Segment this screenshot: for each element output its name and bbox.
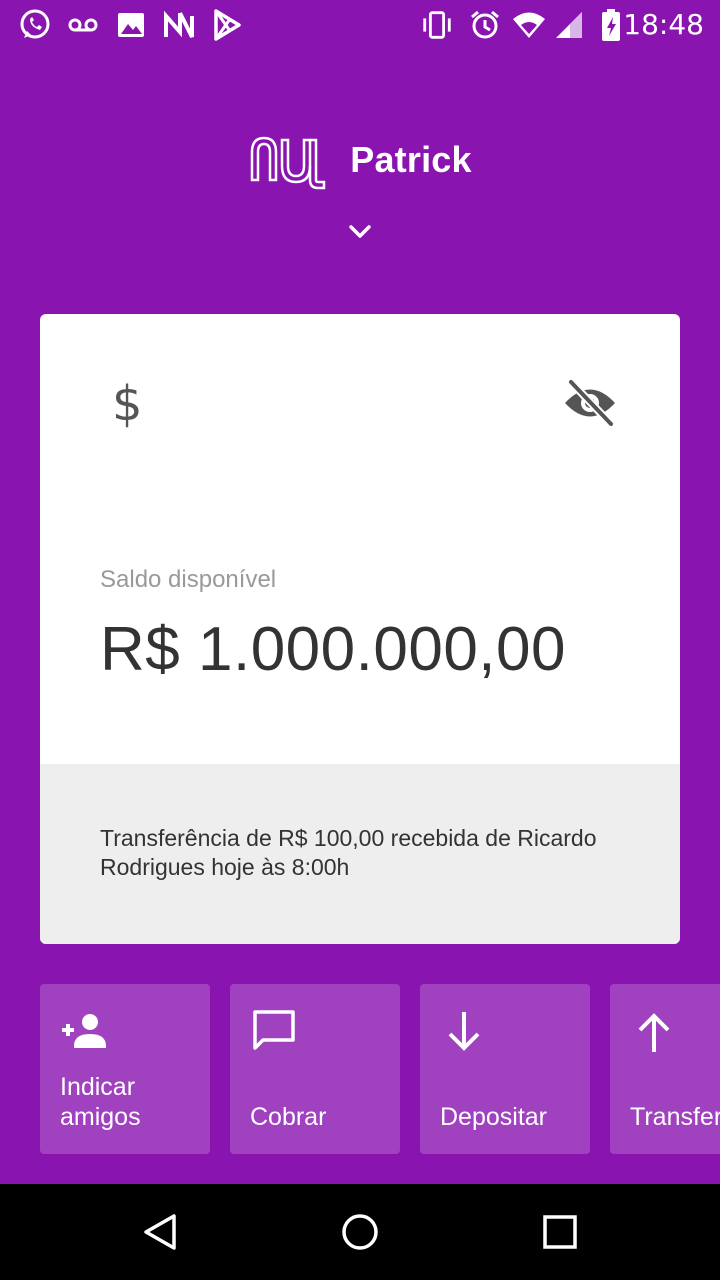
play-store-icon	[210, 8, 244, 42]
shortcut-row[interactable]: Indicar amigos Cobrar Depositar Transfer…	[0, 984, 720, 1154]
nubank-icon	[162, 8, 196, 42]
balance-label: Saldo disponível	[100, 566, 277, 593]
alarm-icon	[468, 8, 502, 42]
balance-value: R$ 1.000.000,00	[100, 615, 566, 684]
account-header[interactable]: Patrick	[0, 120, 720, 200]
voicemail-icon	[66, 8, 100, 42]
shortcut-label: Cobrar	[250, 1103, 327, 1131]
account-name: Patrick	[350, 139, 472, 180]
home-icon[interactable]	[340, 1212, 380, 1252]
arrow-down-icon	[448, 1012, 480, 1051]
navigation-bar	[0, 1184, 720, 1280]
shortcut-transfer[interactable]: Transferir	[610, 984, 720, 1154]
shortcut-label: Indicar amigos	[60, 1073, 141, 1131]
shortcut-charge[interactable]: Cobrar	[230, 984, 400, 1154]
back-icon[interactable]	[140, 1212, 180, 1252]
shortcut-invite-friends[interactable]: Indicar amigos	[40, 984, 210, 1154]
vibrate-icon	[420, 8, 454, 42]
dollar-icon: $	[112, 376, 143, 432]
nu-logo-icon	[251, 136, 326, 190]
balance-card[interactable]: $ Saldo disponível R$ 1.000.000,00 Trans…	[40, 314, 680, 944]
transaction-notice: Transferência de R$ 100,00 recebida de R…	[100, 825, 597, 880]
clock-time: 18:48	[623, 8, 704, 41]
chat-bubble-icon	[253, 1010, 295, 1050]
eye-off-icon[interactable]	[562, 378, 618, 428]
shortcut-deposit[interactable]: Depositar	[420, 984, 590, 1154]
shortcut-label: Transferir	[630, 1103, 720, 1131]
status-bar: 18:48	[0, 0, 720, 50]
card-footer[interactable]: Transferência de R$ 100,00 recebida de R…	[40, 764, 680, 944]
wifi-icon	[512, 8, 546, 42]
image-icon	[114, 8, 148, 42]
whatsapp-icon	[18, 8, 52, 42]
shortcut-label: Depositar	[440, 1103, 547, 1131]
recents-icon[interactable]	[540, 1212, 580, 1252]
person-add-icon	[62, 1014, 106, 1048]
chevron-down-icon[interactable]	[346, 218, 374, 246]
arrow-up-icon	[638, 1013, 670, 1052]
signal-icon	[552, 8, 586, 42]
